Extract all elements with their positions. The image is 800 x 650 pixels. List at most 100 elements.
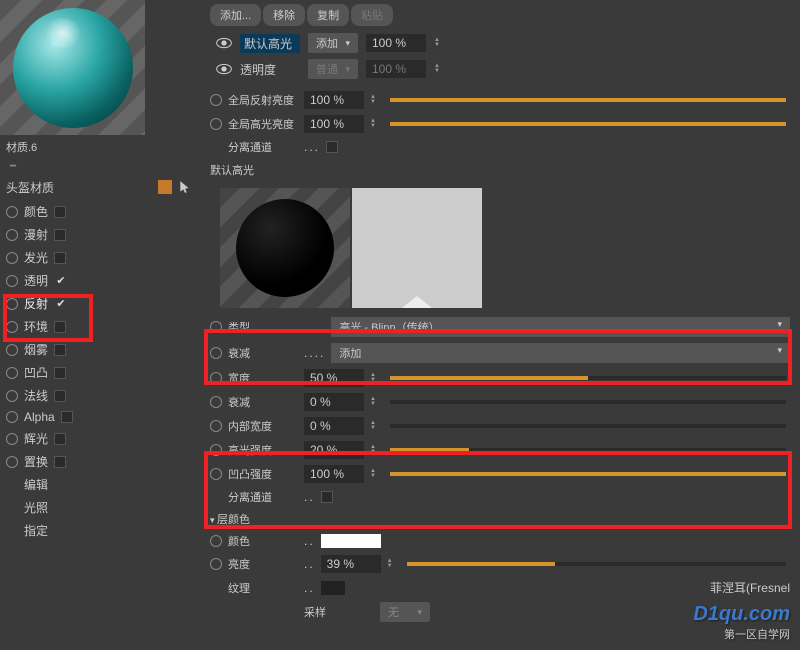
radio-icon[interactable] <box>210 396 222 408</box>
checkbox-checked[interactable]: ✔ <box>54 297 68 311</box>
layer-transparency[interactable]: 透明度 普通 100 % ▲▼ <box>200 56 790 82</box>
channel-assign[interactable]: 指定 <box>0 519 200 542</box>
checkbox[interactable] <box>54 367 66 379</box>
channel-glow[interactable]: 辉光 <box>0 427 200 450</box>
material-preview[interactable] <box>0 0 145 135</box>
channel-reflection[interactable]: 反射✔ <box>0 292 200 315</box>
color-swatch[interactable] <box>321 534 381 548</box>
thumb-specular[interactable] <box>220 188 350 308</box>
spinner[interactable]: ▲▼ <box>387 559 397 569</box>
channel-edit[interactable]: 编辑 <box>0 473 200 496</box>
ring-icon <box>6 298 18 310</box>
radio-icon[interactable] <box>210 347 222 359</box>
value-field[interactable]: 0 % <box>304 393 364 411</box>
checkbox[interactable] <box>54 456 66 468</box>
eye-icon[interactable] <box>216 37 232 49</box>
channel-displacement[interactable]: 置换 <box>0 450 200 473</box>
checkbox[interactable] <box>54 390 66 402</box>
checkbox[interactable] <box>54 433 66 445</box>
spinner[interactable]: ▲▼ <box>434 38 444 48</box>
channel-normal[interactable]: 法线 <box>0 384 200 407</box>
falloff-dropdown[interactable]: 添加 <box>331 343 790 363</box>
paste-button[interactable]: 粘贴 <box>351 4 393 26</box>
value-field[interactable]: 100 % <box>304 115 364 133</box>
material-tag-icon[interactable] <box>158 180 172 194</box>
radio-icon[interactable] <box>210 535 222 547</box>
eye-icon[interactable] <box>216 63 232 75</box>
checkbox[interactable] <box>54 206 66 218</box>
cursor-icon[interactable] <box>176 178 194 196</box>
color-row: 颜色 .. <box>200 530 790 552</box>
radio-icon[interactable] <box>210 372 222 384</box>
channel-diffuse[interactable]: 漫射 <box>0 223 200 246</box>
radio-icon[interactable] <box>210 94 222 106</box>
layer-name: 默认高光 <box>240 34 300 53</box>
checkbox[interactable] <box>54 344 66 356</box>
channel-illumination[interactable]: 光照 <box>0 496 200 519</box>
radio-icon[interactable] <box>210 558 222 570</box>
radio-icon[interactable] <box>210 444 222 456</box>
checkbox[interactable] <box>321 491 333 503</box>
opacity-field[interactable]: 100 % <box>366 60 426 78</box>
blend-mode-dropdown[interactable]: 普通 <box>308 59 358 79</box>
checkbox[interactable] <box>61 411 73 423</box>
blend-mode-dropdown[interactable]: 添加 <box>308 33 358 53</box>
spinner[interactable]: ▲▼ <box>370 119 380 129</box>
sample-dropdown[interactable]: 无 <box>380 602 430 622</box>
type-dropdown[interactable]: 高光 - Blinn（传统） <box>331 317 790 337</box>
value-field[interactable]: 100 % <box>304 91 364 109</box>
channel-header[interactable]: 头盔材质 <box>0 174 200 200</box>
spinner[interactable]: ▲▼ <box>370 445 380 455</box>
slider[interactable] <box>390 448 786 452</box>
radio-icon[interactable] <box>210 468 222 480</box>
slider[interactable] <box>390 472 786 476</box>
spinner[interactable]: ▲▼ <box>370 469 380 479</box>
layer-toolbar: 添加... 移除 复制 粘贴 <box>200 0 790 30</box>
spinner[interactable]: ▲▼ <box>370 95 380 105</box>
slider[interactable] <box>390 98 786 102</box>
slider[interactable] <box>390 400 786 404</box>
global-reflection-brightness: 全局反射亮度 100 % ▲▼ <box>200 88 790 112</box>
checkbox-checked[interactable]: ✔ <box>54 274 68 288</box>
channel-fog[interactable]: 烟雾 <box>0 338 200 361</box>
add-button[interactable]: 添加... <box>210 4 261 26</box>
channel-bump[interactable]: 凹凸 <box>0 361 200 384</box>
channel-luminance[interactable]: 发光 <box>0 246 200 269</box>
slider[interactable] <box>390 122 786 126</box>
checkbox[interactable] <box>54 321 66 333</box>
ring-icon <box>6 456 18 468</box>
texture-row: 纹理 .. 菲涅耳(Fresnel <box>200 576 790 599</box>
spinner[interactable]: ▲▼ <box>370 373 380 383</box>
thumb-color[interactable] <box>352 188 482 308</box>
spinner[interactable]: ▲▼ <box>370 421 380 431</box>
texture-thumb[interactable] <box>321 581 345 595</box>
spinner[interactable]: ▲▼ <box>370 397 380 407</box>
slider[interactable] <box>390 376 786 380</box>
layer-default-specular[interactable]: 默认高光 添加 100 % ▲▼ <box>200 30 790 56</box>
radio-icon[interactable] <box>210 420 222 432</box>
value-field[interactable]: 20 % <box>304 441 364 459</box>
separate-channel-2: 分离通道 .. <box>200 486 790 508</box>
checkbox[interactable] <box>54 252 66 264</box>
value-field[interactable]: 100 % <box>304 465 364 483</box>
copy-button[interactable]: 复制 <box>307 4 349 26</box>
value-field[interactable]: 50 % <box>304 369 364 387</box>
layer-color-section[interactable]: 层颜色 <box>200 508 790 530</box>
spinner[interactable]: ▲▼ <box>434 64 444 74</box>
channel-color[interactable]: 颜色 <box>0 200 200 223</box>
material-name[interactable]: 材质.6 <box>0 135 200 159</box>
value-field[interactable]: 39 % <box>321 555 381 573</box>
value-field[interactable]: 0 % <box>304 417 364 435</box>
radio-icon[interactable] <box>210 321 222 333</box>
slider[interactable] <box>390 424 786 428</box>
channel-alpha[interactable]: Alpha <box>0 407 200 427</box>
channel-environment[interactable]: 环境 <box>0 315 200 338</box>
watermark: D1qu.com 第一区自学网 <box>693 603 790 642</box>
checkbox[interactable] <box>54 229 66 241</box>
channel-transparency[interactable]: 透明✔ <box>0 269 200 292</box>
slider[interactable] <box>407 562 786 566</box>
radio-icon[interactable] <box>210 118 222 130</box>
remove-button[interactable]: 移除 <box>263 4 305 26</box>
checkbox[interactable] <box>326 141 338 153</box>
opacity-field[interactable]: 100 % <box>366 34 426 52</box>
